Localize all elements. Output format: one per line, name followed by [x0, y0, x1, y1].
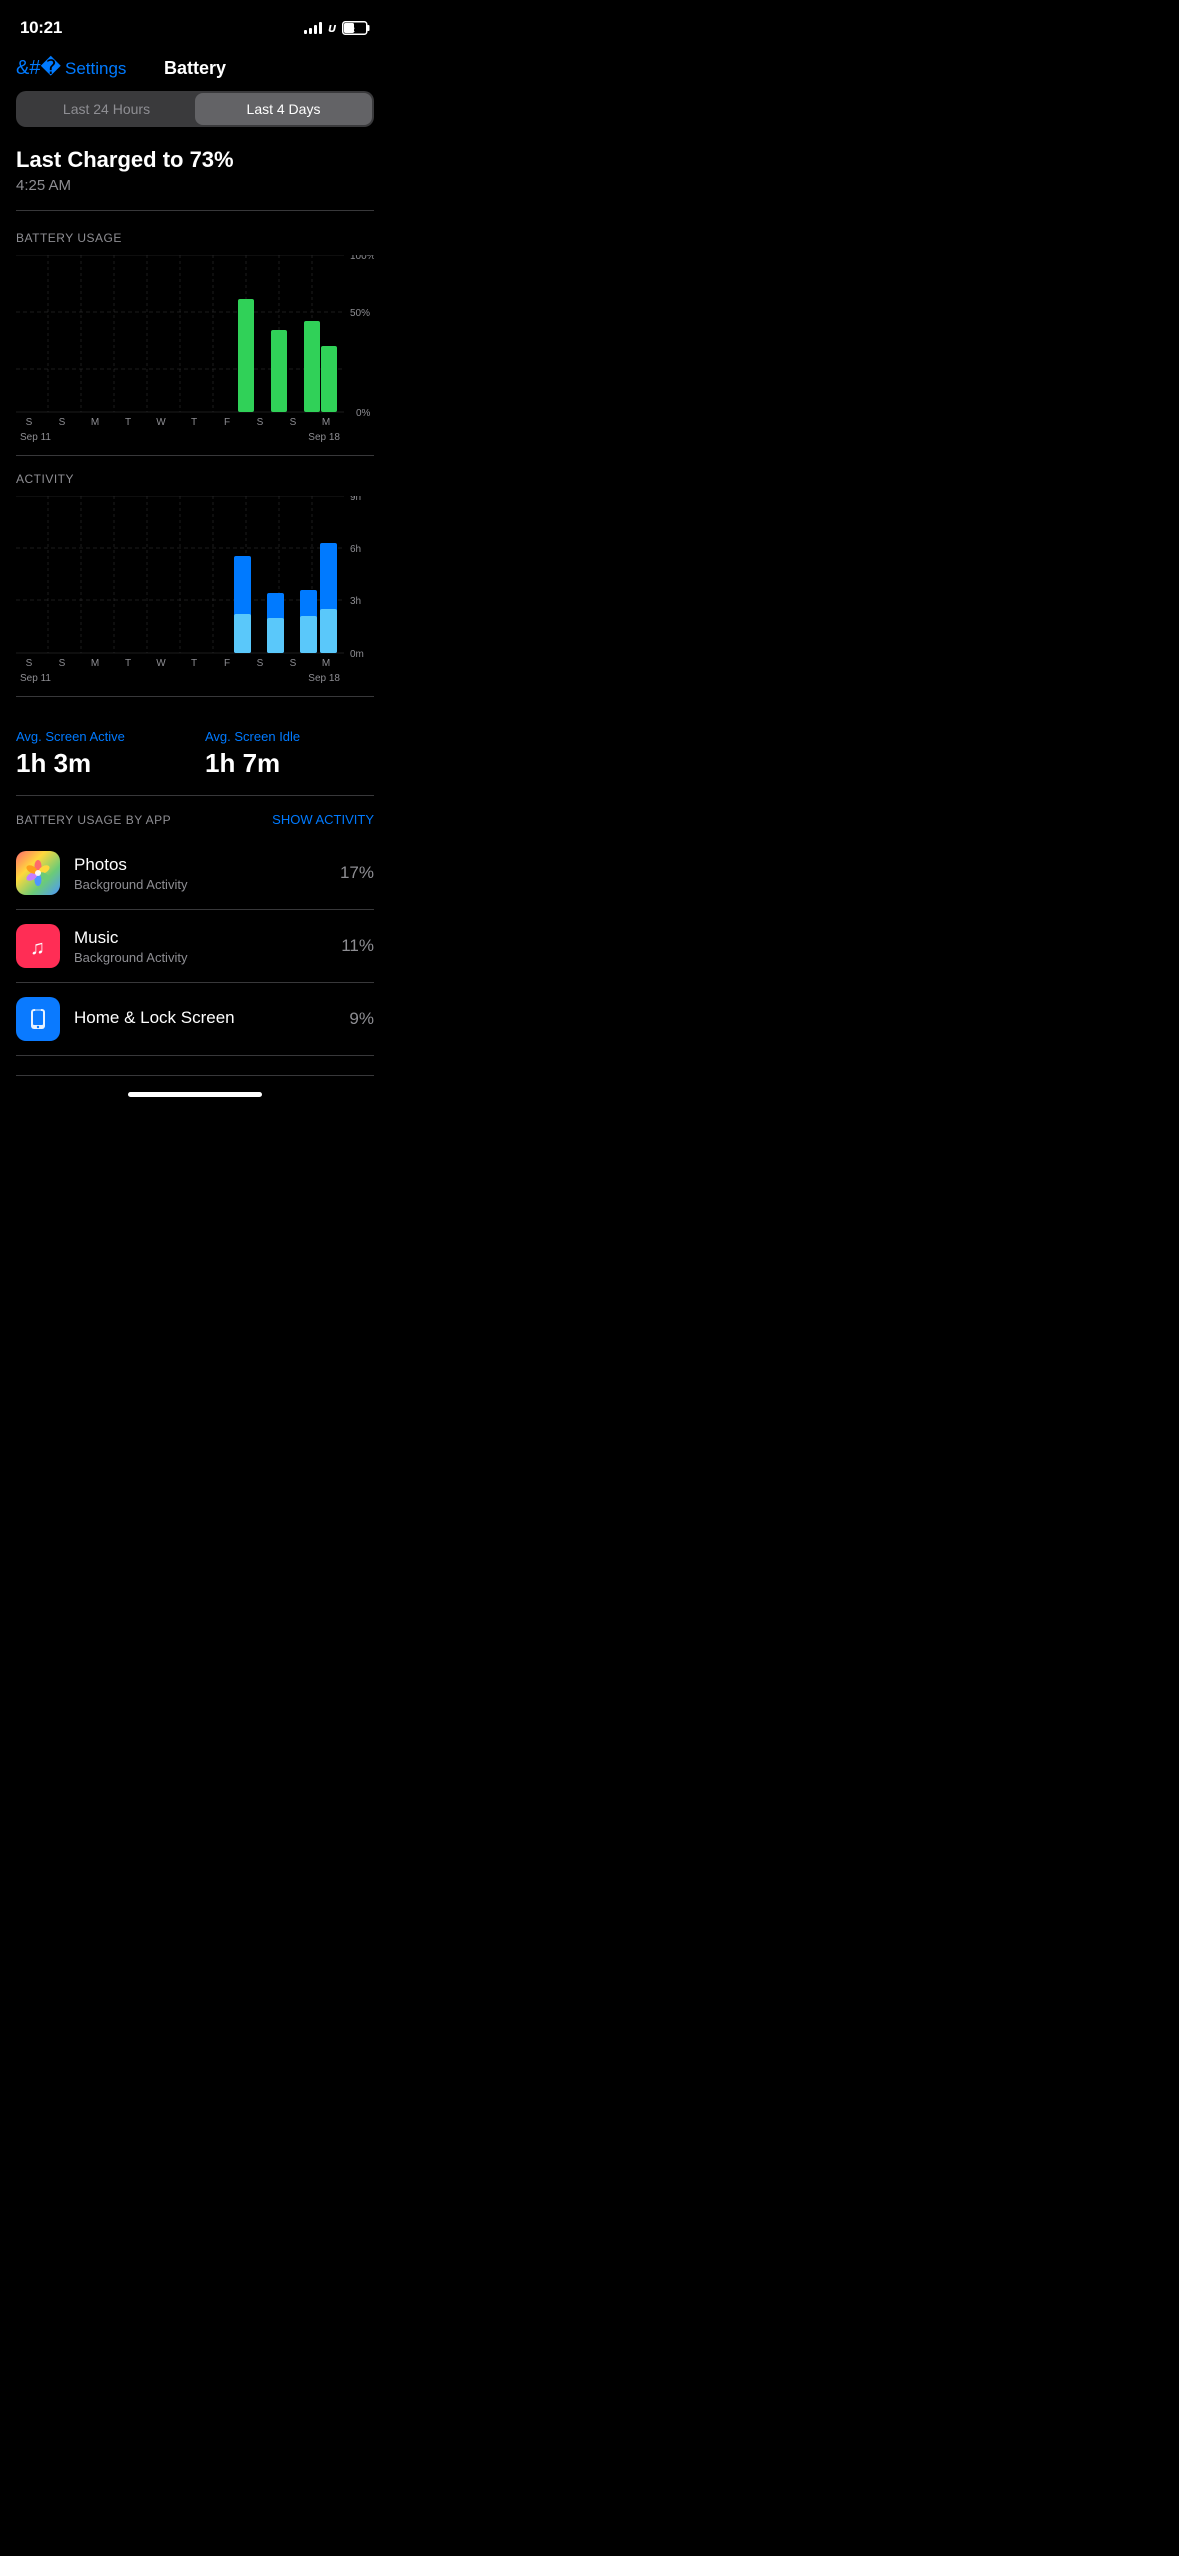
nav-bar: &#� Settings Battery — [0, 50, 390, 91]
battery-usage-section: BATTERY USAGE 100% 50% 0% — [16, 231, 374, 456]
svg-text:F: F — [224, 658, 230, 666]
svg-text:M: M — [322, 417, 330, 425]
svg-text:F: F — [224, 417, 230, 425]
home-indicator — [128, 1092, 262, 1097]
svg-text:S: S — [290, 417, 297, 425]
svg-text:6h: 6h — [350, 544, 361, 555]
back-label: Settings — [65, 59, 126, 79]
photos-pct: 17% — [340, 863, 374, 883]
svg-text:9h: 9h — [350, 496, 361, 503]
svg-text:S: S — [59, 417, 66, 425]
svg-text:S: S — [257, 417, 264, 425]
segment-last-4d[interactable]: Last 4 Days — [195, 93, 372, 125]
charge-time: 4:25 AM — [16, 177, 374, 194]
by-app-label: BATTERY USAGE BY APP — [16, 813, 171, 827]
svg-text:T: T — [125, 417, 131, 425]
svg-text:T: T — [125, 658, 131, 666]
signal-icon — [304, 22, 322, 34]
home-lock-name: Home & Lock Screen — [74, 1008, 335, 1028]
app-row-home-lock[interactable]: Home & Lock Screen 9% — [16, 983, 374, 1056]
avg-stats: Avg. Screen Active 1h 3m Avg. Screen Idl… — [16, 713, 374, 796]
avg-screen-active: Avg. Screen Active 1h 3m — [16, 729, 185, 779]
back-button[interactable]: &#� Settings — [16, 59, 126, 79]
activity-x-date-end: Sep 18 — [180, 673, 340, 684]
avg-active-value: 1h 3m — [16, 748, 185, 779]
svg-text:M: M — [91, 417, 99, 425]
svg-text:S: S — [26, 417, 33, 425]
show-activity-button[interactable]: SHOW ACTIVITY — [272, 812, 374, 827]
x-date-end: Sep 18 — [180, 432, 340, 443]
svg-text:42: 42 — [347, 27, 355, 34]
music-info: Music Background Activity — [74, 928, 327, 965]
music-pct: 11% — [341, 936, 374, 956]
svg-text:M: M — [91, 658, 99, 666]
svg-text:S: S — [290, 658, 297, 666]
segment-control[interactable]: Last 24 Hours Last 4 Days — [16, 91, 374, 127]
photos-icon — [16, 851, 60, 895]
battery-usage-chart: 100% 50% 0% — [16, 255, 374, 443]
charge-info: Last Charged to 73% 4:25 AM — [16, 147, 374, 211]
avg-active-label: Avg. Screen Active — [16, 729, 185, 744]
home-lock-info: Home & Lock Screen — [74, 1008, 335, 1030]
svg-text:50%: 50% — [350, 308, 370, 319]
avg-screen-idle: Avg. Screen Idle 1h 7m — [205, 729, 374, 779]
svg-text:W: W — [156, 658, 166, 666]
wifi-icon: 𝝊 — [328, 20, 336, 36]
photos-info: Photos Background Activity — [74, 855, 326, 892]
svg-text:T: T — [191, 658, 197, 666]
svg-text:0m: 0m — [350, 649, 364, 660]
svg-text:T: T — [191, 417, 197, 425]
avg-idle-value: 1h 7m — [205, 748, 374, 779]
status-bar: 10:21 𝝊 42 — [0, 0, 390, 50]
page-title: Battery — [164, 58, 226, 79]
status-time: 10:21 — [20, 18, 62, 38]
music-sub: Background Activity — [74, 950, 327, 965]
app-row-music[interactable]: ♫ Music Background Activity 11% — [16, 910, 374, 983]
app-row-photos[interactable]: Photos Background Activity 17% — [16, 837, 374, 910]
home-lock-pct: 9% — [349, 1009, 374, 1029]
svg-text:S: S — [26, 658, 33, 666]
photos-name: Photos — [74, 855, 326, 875]
activity-x-date-start: Sep 11 — [20, 673, 180, 684]
by-app-header: BATTERY USAGE BY APP SHOW ACTIVITY — [16, 812, 374, 827]
svg-text:♫: ♫ — [30, 937, 45, 959]
avg-idle-label: Avg. Screen Idle — [205, 729, 374, 744]
x-date-start: Sep 11 — [20, 432, 180, 443]
activity-chart: 9h 6h 3h 0m — [16, 496, 374, 684]
svg-text:0%: 0% — [356, 408, 371, 419]
music-name: Music — [74, 928, 327, 948]
battery-usage-label: BATTERY USAGE — [16, 231, 374, 245]
battery-icon: 42 — [342, 21, 370, 35]
svg-text:M: M — [322, 658, 330, 666]
svg-text:100%: 100% — [350, 255, 374, 262]
svg-text:S: S — [257, 658, 264, 666]
charge-title: Last Charged to 73% — [16, 147, 374, 173]
status-icons: 𝝊 42 — [304, 20, 370, 36]
svg-text:3h: 3h — [350, 596, 361, 607]
svg-text:W: W — [156, 417, 166, 425]
segment-last-24h[interactable]: Last 24 Hours — [18, 93, 195, 125]
svg-text:S: S — [59, 658, 66, 666]
back-chevron-icon: &#� — [16, 58, 61, 78]
music-icon: ♫ — [16, 924, 60, 968]
activity-label: ACTIVITY — [16, 472, 374, 486]
home-lock-icon — [16, 997, 60, 1041]
photos-sub: Background Activity — [74, 877, 326, 892]
main-content: Last 24 Hours Last 4 Days Last Charged t… — [0, 91, 390, 1076]
activity-section: ACTIVITY 9h 6h 3h 0m — [16, 472, 374, 697]
